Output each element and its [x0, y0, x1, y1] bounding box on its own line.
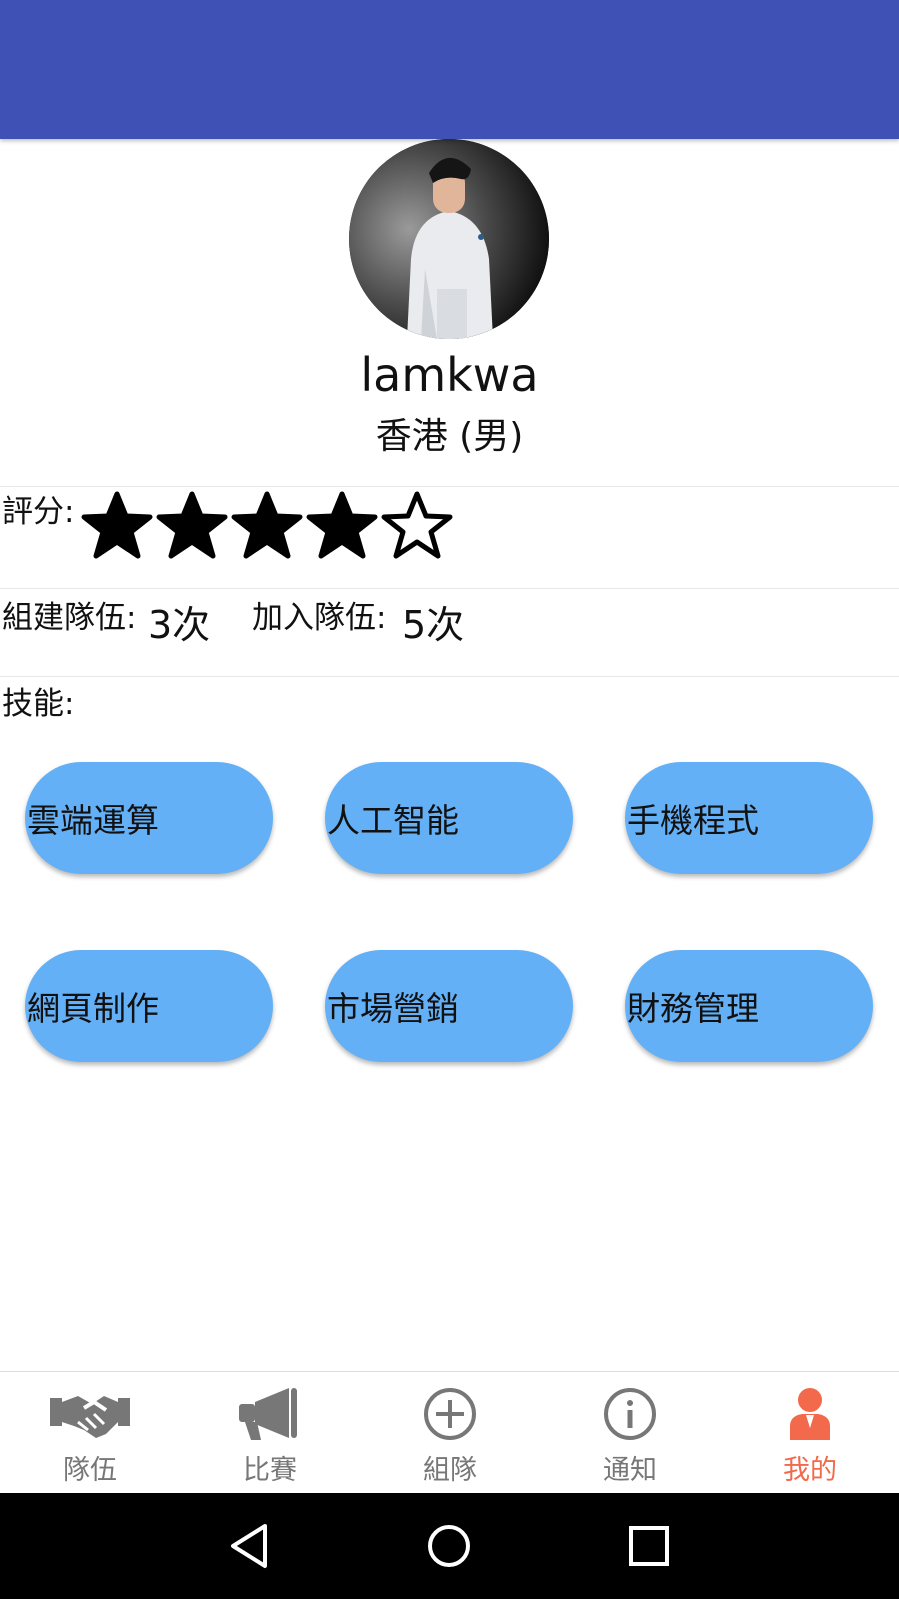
person-icon [768, 1384, 852, 1444]
nav-item-create-team[interactable]: 組隊 [360, 1372, 540, 1494]
back-triangle-icon [231, 1524, 267, 1568]
username: lamkwa [360, 348, 539, 402]
star-filled-icon [81, 491, 153, 559]
nav-label: 通知 [603, 1455, 657, 1486]
skill-chip[interactable]: 財務管理 [625, 950, 873, 1062]
skill-chip-label: 市場營銷 [327, 989, 459, 1028]
skill-chip[interactable]: 網頁制作 [25, 950, 273, 1062]
nav-item-me[interactable]: 我的 [720, 1372, 899, 1494]
nav-item-competitions[interactable]: 比賽 [180, 1372, 360, 1494]
bottom-navigation: 隊伍 比賽 組隊 通知 我的 [0, 1371, 899, 1494]
divider [0, 486, 899, 487]
skills-label: 技能: [2, 686, 75, 722]
nav-item-teams[interactable]: 隊伍 [0, 1372, 180, 1494]
nav-item-notifications[interactable]: 通知 [540, 1372, 720, 1494]
teams-joined-value: 5次 [402, 603, 465, 647]
info-circle-icon [588, 1384, 672, 1444]
add-circle-icon [408, 1384, 492, 1444]
nav-label: 組隊 [423, 1455, 477, 1486]
nav-label: 我的 [783, 1455, 837, 1486]
skill-chip[interactable]: 雲端運算 [25, 762, 273, 874]
system-navigation-bar [0, 1493, 899, 1599]
home-button[interactable] [416, 1513, 482, 1579]
skill-chip[interactable]: 市場營銷 [325, 950, 573, 1062]
rating-stars [80, 490, 455, 564]
teams-created-label: 組建隊伍: [2, 600, 137, 636]
star-filled-icon [306, 491, 378, 559]
handshake-icon [48, 1384, 132, 1444]
divider [0, 676, 899, 677]
rating-label: 評分: [2, 494, 75, 530]
home-circle-icon [428, 1525, 470, 1567]
megaphone-icon [228, 1384, 312, 1444]
back-button[interactable] [216, 1513, 282, 1579]
user-location-gender: 香港 (男) [375, 416, 524, 457]
divider [0, 588, 899, 589]
star-empty-icon [381, 491, 453, 559]
skill-chip[interactable]: 手機程式 [625, 762, 873, 874]
star-filled-icon [231, 491, 303, 559]
skill-chip-label: 財務管理 [627, 989, 759, 1028]
nav-label: 隊伍 [63, 1455, 117, 1486]
skill-chip-label: 雲端運算 [27, 801, 159, 840]
teams-created-value: 3次 [148, 603, 211, 647]
skill-chip[interactable]: 人工智能 [325, 762, 573, 874]
star-filled-icon [156, 491, 228, 559]
recents-button[interactable] [616, 1513, 682, 1579]
skill-chip-label: 人工智能 [327, 801, 459, 840]
nav-label: 比賽 [243, 1455, 297, 1486]
skill-chip-label: 網頁制作 [27, 989, 159, 1028]
skill-chip-label: 手機程式 [627, 801, 759, 840]
recents-square-icon [629, 1526, 669, 1566]
avatar [349, 139, 549, 339]
app-bar [0, 0, 899, 139]
teams-joined-label: 加入隊伍: [252, 600, 387, 636]
